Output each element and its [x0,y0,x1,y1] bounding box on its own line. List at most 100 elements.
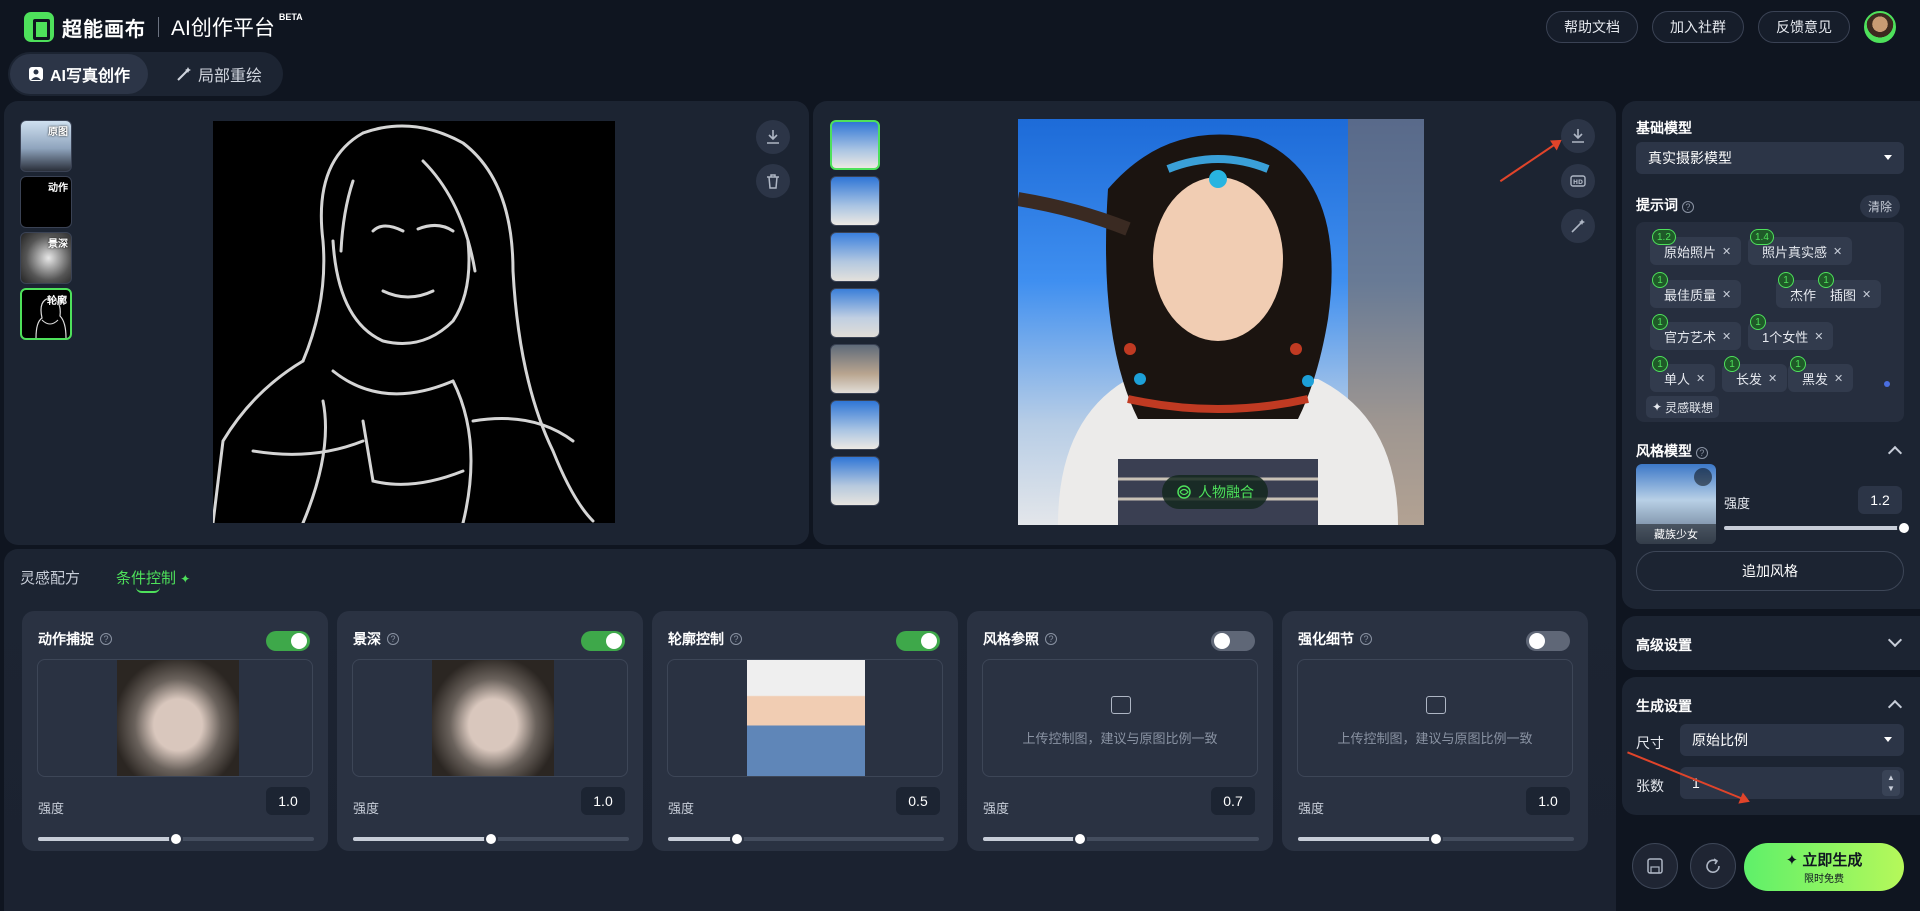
remove-tag-icon[interactable]: ✕ [1862,288,1871,301]
prompt-tag[interactable]: 1 单人 ✕ [1650,356,1716,392]
size-select[interactable]: 原始比例 [1680,724,1904,756]
magic-edit-button[interactable] [1561,209,1595,243]
info-icon: ? [100,633,112,645]
thumb-original[interactable]: 原图 [20,120,72,172]
style-strength-label: 强度 [1724,496,1751,511]
download-result-button[interactable] [1561,119,1595,153]
help-docs-button[interactable]: 帮助文档 [1546,11,1638,43]
app-logo[interactable]: 超能画布 AI创作平台 BETA [24,12,307,42]
slider-knob[interactable] [1072,832,1087,846]
thumb-depth[interactable]: 景深 [20,232,72,284]
tab-inspiration-recipe[interactable]: 灵感配方 [20,567,80,588]
upload-dropzone[interactable]: 上传控制图，建议与原图比例一致 [1297,659,1573,777]
tab-inpaint[interactable]: 局部重绘 [158,54,280,94]
slider-knob[interactable] [730,832,744,846]
remove-tag-icon[interactable]: ✕ [1833,245,1842,258]
card-toggle[interactable] [1526,631,1570,651]
prompt-tag[interactable]: 1 最佳质量 ✕ [1650,272,1742,308]
remove-tag-icon[interactable]: ✕ [1722,330,1731,343]
upload-dropzone[interactable]: 上传控制图，建议与原图比例一致 [982,659,1258,777]
tag-weight[interactable]: 1 [1724,356,1740,372]
tab-ai-portrait[interactable]: AI写真创作 [10,54,149,94]
result-thumb[interactable] [830,232,880,282]
tag-weight[interactable]: 1 [1818,272,1834,288]
style-thumbnail[interactable]: 藏族少女 [1636,464,1716,544]
prompt-tag[interactable]: 1 官方艺术 ✕ [1650,314,1742,350]
thumb-pose[interactable]: 动作 [20,176,72,228]
result-thumb[interactable] [830,456,880,506]
remove-tag-icon[interactable]: ✕ [1834,372,1843,385]
save-button[interactable] [1632,843,1678,889]
join-community-button[interactable]: 加入社群 [1652,11,1744,43]
tag-weight[interactable]: 1 [1652,314,1668,330]
style-strength-slider[interactable] [1724,521,1911,535]
card-toggle[interactable] [266,631,310,651]
slider-knob[interactable] [169,832,183,846]
strength-slider[interactable] [353,832,629,846]
style-name: 藏族少女 [1636,524,1716,544]
strength-value[interactable]: 0.7 [1211,787,1255,815]
result-thumb[interactable] [830,176,880,226]
trash-icon [767,174,779,189]
delete-style-icon[interactable] [1694,468,1712,486]
style-strength-value[interactable]: 1.2 [1858,486,1902,514]
generate-button[interactable]: ✦ 立即生成 限时免费 [1744,843,1904,891]
tag-weight[interactable]: 1 [1790,356,1806,372]
user-avatar[interactable] [1864,11,1896,43]
tag-weight[interactable]: 1 [1750,314,1766,330]
strength-slider[interactable] [668,832,944,846]
result-thumb[interactable] [830,288,880,338]
tag-weight[interactable]: 1 [1652,356,1668,372]
prompt-tag[interactable]: 1.2 原始照片 ✕ [1650,229,1742,265]
card-toggle[interactable] [896,631,940,651]
clear-prompt-button[interactable]: 清除 [1860,195,1901,218]
feedback-button[interactable]: 反馈意见 [1758,11,1850,43]
control-image[interactable] [37,659,313,777]
tag-weight[interactable]: 1.4 [1750,229,1774,245]
hd-upscale-button[interactable]: HD [1561,164,1595,198]
count-stepper[interactable]: 1 ▲ ▼ [1680,767,1904,799]
tag-weight[interactable]: 1 [1652,272,1668,288]
strength-value[interactable]: 1.0 [581,787,625,815]
control-image[interactable] [352,659,628,777]
strength-value[interactable]: 1.0 [1526,787,1570,815]
download-source-button[interactable] [756,120,790,154]
tag-weight[interactable]: 1 [1778,272,1794,288]
remove-tag-icon[interactable]: ✕ [1814,330,1823,343]
tag-weight[interactable]: 1.2 [1652,229,1676,245]
prompt-tag[interactable]: 1 插图 ✕ [1816,272,1882,308]
card-title-text: 景深 [353,631,381,647]
base-model-select[interactable]: 真实摄影模型 [1636,142,1904,174]
remove-tag-icon[interactable]: ✕ [1696,372,1705,385]
remove-tag-icon[interactable]: ✕ [1722,245,1731,258]
slider-knob[interactable] [484,832,498,846]
slider-knob[interactable] [1897,521,1911,535]
prompt-tag[interactable]: 1 1个女性 ✕ [1748,314,1834,350]
strength-value[interactable]: 0.5 [896,787,940,815]
result-thumb[interactable] [830,400,880,450]
result-thumb[interactable] [830,120,880,170]
info-icon: ? [1360,633,1372,645]
control-image[interactable] [667,659,943,777]
card-toggle[interactable] [1211,631,1255,651]
strength-value[interactable]: 1.0 [266,787,310,815]
prompt-tag[interactable]: 1 黑发 ✕ [1788,356,1854,392]
stepper-arrows-icon[interactable]: ▲ ▼ [1882,770,1900,796]
slider-knob[interactable] [1429,832,1443,846]
prompt-tag[interactable]: 1.4 照片真实感 ✕ [1748,229,1853,265]
strength-slider[interactable] [1298,832,1574,846]
strength-slider[interactable] [983,832,1259,846]
card-toggle[interactable] [581,631,625,651]
reset-button[interactable] [1690,843,1736,889]
remove-tag-icon[interactable]: ✕ [1768,372,1777,385]
add-style-button[interactable]: 追加风格 [1636,551,1904,591]
person-fusion-button[interactable]: 人物融合 [1162,475,1268,509]
thumb-outline[interactable]: 轮廓 [20,288,72,340]
prompt-tag[interactable]: 1 长发 ✕ [1722,356,1788,392]
result-thumb[interactable] [830,344,880,394]
delete-source-button[interactable] [756,164,790,198]
tab-condition-control[interactable]: 条件控制 ✦ [116,567,190,588]
inspire-button[interactable]: ✦ 灵感联想 [1646,396,1720,418]
remove-tag-icon[interactable]: ✕ [1722,288,1731,301]
strength-slider[interactable] [38,832,314,846]
